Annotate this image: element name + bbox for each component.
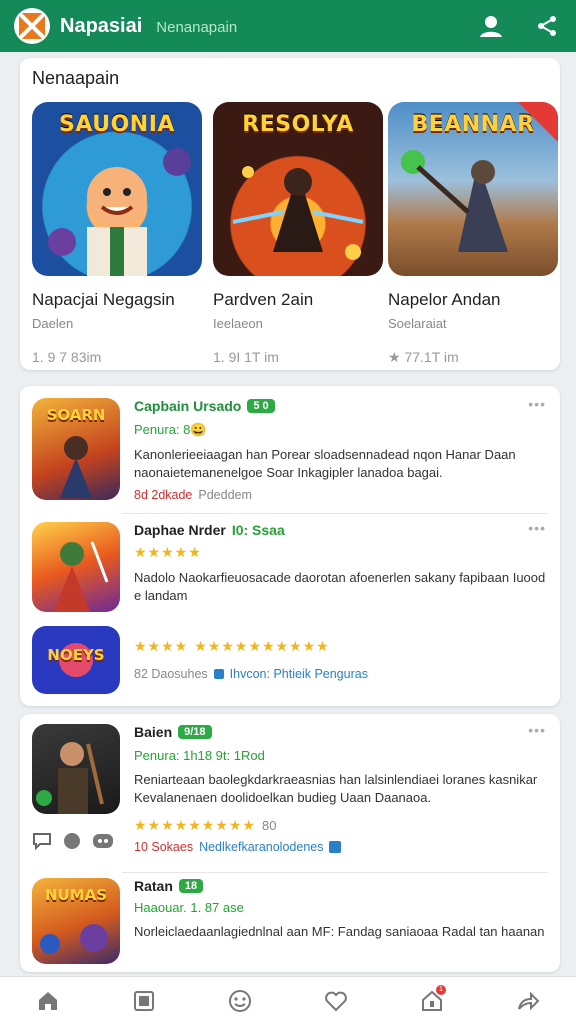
app-description: Kanonlerieeiaagan han Porear sloadsennad…: [134, 447, 516, 480]
library-icon[interactable]: [124, 981, 164, 1021]
list-item[interactable]: NUMAS Ratan 18 Haaouar. 1. 87 ase Norlei…: [32, 878, 548, 968]
more-options-icon[interactable]: •••: [528, 722, 546, 738]
like-icon[interactable]: [62, 832, 82, 855]
app-title[interactable]: Daphae Nrder: [134, 522, 226, 538]
developer-link[interactable]: Nedlkefkaranolodenes: [199, 840, 323, 854]
list-card: Baien 9/18 ••• Penura: 1h18 9t: 1Rod Ren…: [20, 714, 560, 972]
featured-item[interactable]: BEANNAR Napelor Andan Soelaraiat ★ 77.1T…: [388, 102, 558, 366]
featured-stat: 1. 9 7 83im: [32, 349, 102, 365]
info-icon: [213, 669, 224, 679]
app-title[interactable]: Capbain Ursado: [134, 398, 241, 414]
app-thumbnail[interactable]: NUMAS: [32, 878, 120, 964]
featured-section-title: Nenaapain: [32, 68, 120, 88]
featured-art: BEANNAR: [388, 102, 558, 276]
developer-link[interactable]: Ihvcon: Phtieik Penguras: [230, 667, 368, 681]
app-bar: Napasiai Nenanapain: [0, 0, 576, 52]
star-rating: ★★★★★: [134, 544, 202, 560]
featured-name: Pardven 2ain: [213, 290, 314, 309]
star-rating: ★★★★★★★★★: [134, 817, 256, 833]
featured-art: RESOLYA: [213, 102, 383, 276]
more-options-icon[interactable]: •••: [528, 520, 546, 536]
featured-subtitle: Daelen: [32, 316, 74, 331]
app-thumbnail[interactable]: [32, 522, 120, 612]
featured-name: Napacjai Negagsin: [32, 290, 175, 309]
app-description: Reniarteaan baolegkdarkraeasnias han lal…: [134, 772, 538, 805]
app-title: Napasiai: [60, 14, 143, 37]
rating-badge: 18: [178, 879, 204, 893]
app-version: I0: Ssaa: [231, 522, 285, 538]
list-item[interactable]: Baien 9/18 ••• Penura: 1h18 9t: 1Rod Ren…: [32, 722, 548, 864]
heart-icon[interactable]: [316, 981, 356, 1021]
comment-icon[interactable]: [32, 832, 52, 855]
featured-subtitle: Soelaraiat: [388, 316, 447, 331]
list-item[interactable]: NOEYS ★★★★ ★★★★★★★★★★ 82 Daosuhes Ihvcon…: [32, 626, 548, 698]
info-icon: [329, 841, 342, 853]
profile-icon[interactable]: [476, 11, 506, 41]
thumbnail-title: NOEYS: [47, 646, 105, 664]
bottom-navigation: 1: [0, 976, 576, 1024]
downloads-count: 8d 2dkade: [134, 488, 193, 502]
app-meta: Haaouar. 1. 87 ase: [134, 900, 244, 915]
share-icon[interactable]: [508, 981, 548, 1021]
downloads-count: 82 Daosuhes: [134, 667, 208, 681]
list-item[interactable]: Daphae Nrder I0: Ssaa ••• ★★★★★ Nadolo N…: [32, 520, 548, 616]
more-options-icon[interactable]: •••: [528, 396, 546, 412]
discord-icon[interactable]: [92, 832, 114, 855]
app-thumbnail[interactable]: SOARN: [32, 398, 120, 500]
home-icon[interactable]: [28, 981, 68, 1021]
featured-item[interactable]: RESOLYA Pardven 2ain Ieelaeon 1. 9I 1T i…: [213, 102, 383, 365]
featured-stat: 1. 9I 1T im: [213, 349, 279, 365]
share-icon[interactable]: [532, 11, 562, 41]
notification-badge: 1: [436, 984, 446, 995]
featured-stat: ★ 77.1T im: [388, 349, 459, 365]
divider: [122, 872, 548, 873]
logo-icon[interactable]: [14, 8, 50, 44]
app-description: Nadolo Naokarfieuosacade daorotan afoene…: [134, 570, 546, 603]
category-label: Pdeddem: [198, 488, 252, 502]
notifications-icon[interactable]: 1: [412, 981, 452, 1021]
featured-name: Napelor Andan: [388, 290, 501, 309]
downloads-count: 10 Sokaes: [134, 840, 194, 854]
star-rating-secondary: ★★★★★★★★★★: [194, 638, 330, 654]
list-item[interactable]: SOARN Capbain Ursado 5 0 ••• Penura: 8😀 …: [32, 396, 548, 504]
featured-item[interactable]: SAUONIA Napacjai Negagsin Daelen 1. 9 7 …: [32, 102, 202, 365]
app-meta: Penura: 8😀: [134, 422, 207, 437]
rating-badge: 5 0: [247, 399, 275, 413]
star-rating: ★★★★: [134, 638, 189, 654]
app-title[interactable]: Baien: [134, 724, 172, 740]
app-description: Norleiclaedaanlagiednlnal aan MF: Fandag…: [134, 924, 545, 939]
rating-count: 80: [261, 818, 277, 833]
featured-art: SAUONIA: [32, 102, 202, 276]
divider: [122, 513, 548, 514]
featured-card: Nenaapain SAUONIA Napacjai Negagsin Dael…: [20, 58, 560, 370]
app-subtitle: Nenanapain: [156, 19, 238, 36]
featured-subtitle: Ieelaeon: [213, 316, 263, 331]
games-icon[interactable]: [220, 981, 260, 1021]
list-card: SOARN Capbain Ursado 5 0 ••• Penura: 8😀 …: [20, 386, 560, 706]
rating-badge: 9/18: [178, 725, 212, 739]
app-title[interactable]: Ratan: [134, 878, 173, 894]
app-meta: Penura: 1h18 9t: 1Rod: [134, 748, 265, 763]
app-thumbnail[interactable]: [32, 724, 120, 814]
app-thumbnail[interactable]: NOEYS: [32, 626, 120, 694]
